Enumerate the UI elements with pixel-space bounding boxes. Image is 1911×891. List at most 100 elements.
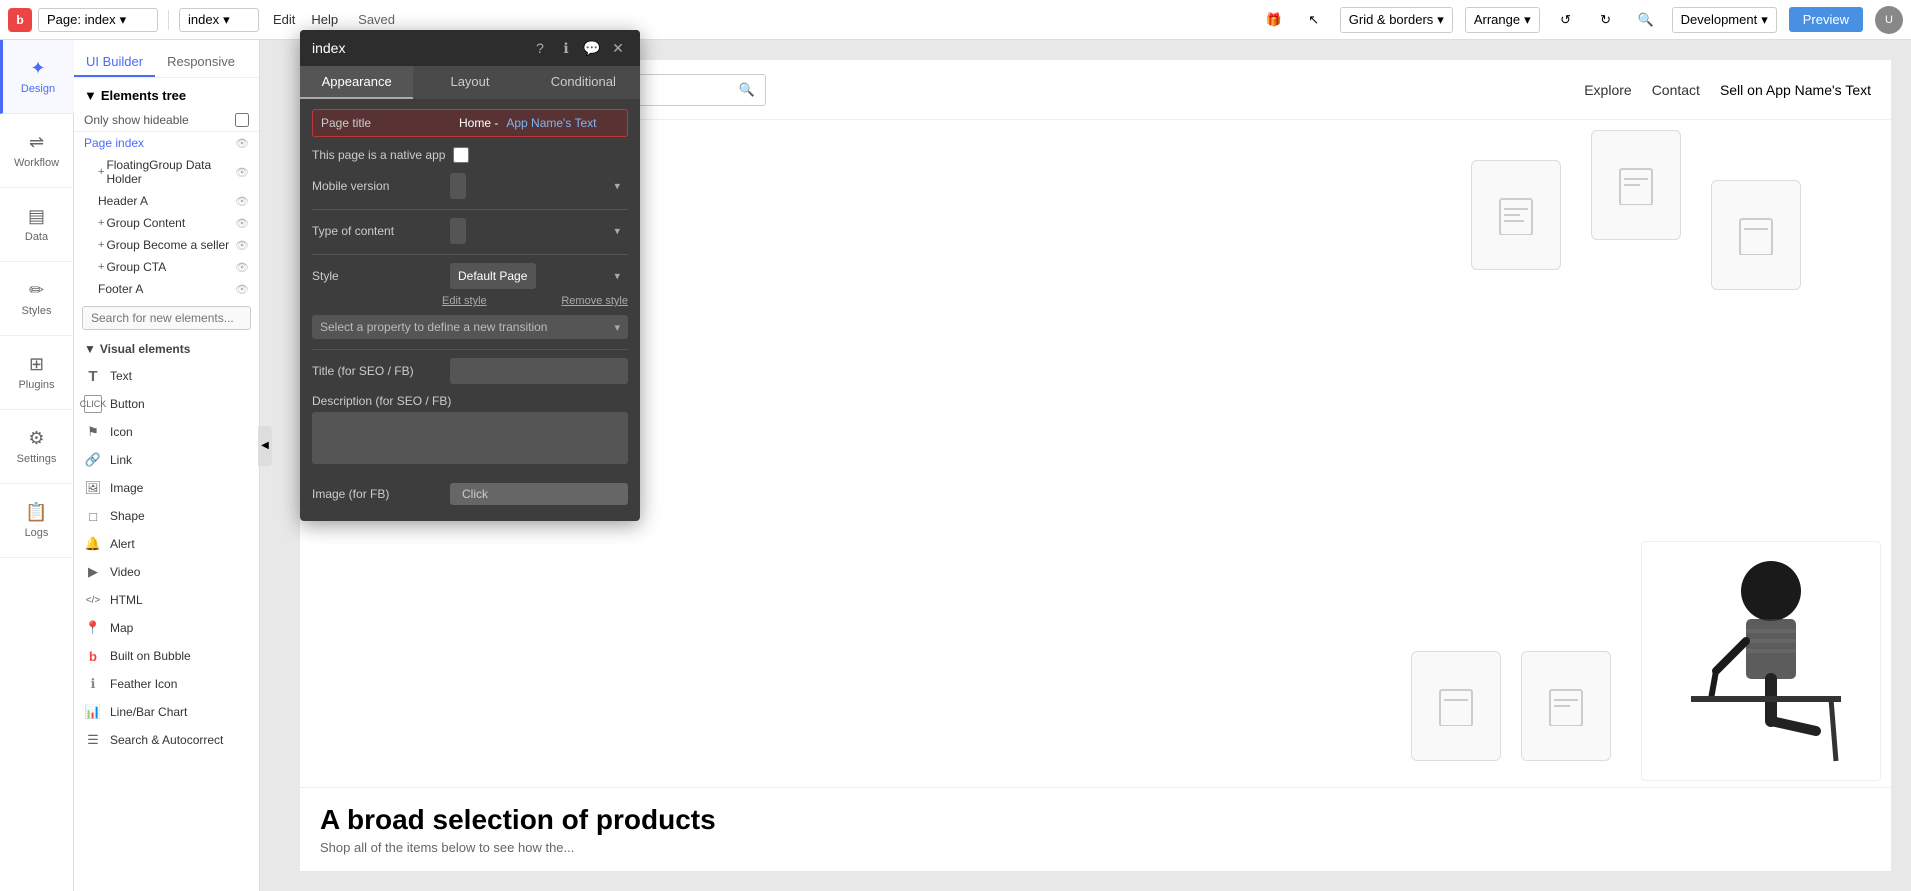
sidebar-main: ✦ Design ⇌ Workflow ▤ Data ✏ Styles ⊞ Pl… [0, 40, 259, 891]
native-app-label: This page is a native app [312, 148, 445, 162]
panel-body: Page title Home - App Name's Text This p… [300, 99, 640, 521]
type-content-select[interactable] [450, 218, 466, 244]
tree-item-group-become-seller[interactable]: + Group Become a seller 👁 [74, 234, 259, 256]
search-btn[interactable]: 🔍 [1632, 6, 1660, 34]
group-cta-label: Group CTA [106, 260, 166, 274]
seo-desc-textarea[interactable] [312, 412, 628, 464]
nav-contact[interactable]: Contact [1652, 82, 1700, 98]
group-content-label: Group Content [106, 216, 185, 230]
group-become-seller-label: Group Become a seller [106, 238, 229, 252]
sidebar-tab-styles[interactable]: ✏ Styles [0, 262, 74, 336]
type-content-row: Type of content [312, 218, 628, 244]
nav-cta[interactable]: Sell on App Name's Text [1720, 82, 1871, 98]
chevron-down-icon-5: ▾ [1761, 12, 1768, 28]
transition-select[interactable]: Select a property to define a new transi… [312, 315, 628, 339]
panel-tab-conditional[interactable]: Conditional [527, 66, 640, 99]
feather-icon-icon: ℹ [84, 675, 102, 693]
seo-title-input[interactable] [450, 358, 628, 384]
close-icon[interactable]: ✕ [608, 38, 628, 58]
arrange-btn[interactable]: Arrange ▾ [1465, 7, 1540, 33]
element-search-autocorrect[interactable]: ☰ Search & Autocorrect [74, 726, 259, 754]
only-show-hideable-checkbox[interactable] [235, 113, 249, 127]
mobile-version-select[interactable] [450, 173, 466, 199]
remove-style-link[interactable]: Remove style [561, 295, 628, 307]
element-button[interactable]: CLICK Button [74, 390, 259, 418]
sidebar-tab-design[interactable]: ✦ Design [0, 40, 74, 114]
tree-item-header-a[interactable]: Header A 👁 [74, 190, 259, 212]
grid-borders-btn[interactable]: Grid & borders ▾ [1340, 7, 1453, 33]
transition-row: Select a property to define a new transi… [312, 315, 628, 339]
style-select[interactable]: Default Page [450, 263, 536, 289]
element-icon-label: Icon [110, 425, 133, 439]
responsive-tab[interactable]: Responsive [155, 48, 247, 77]
help-menu[interactable]: Help [311, 12, 338, 27]
user-avatar[interactable]: U [1875, 6, 1903, 34]
element-icon[interactable]: ⚑ Icon [74, 418, 259, 446]
broad-section: A broad selection of products Shop all o… [300, 787, 1891, 871]
tree-item-footer-a[interactable]: Footer A 👁 [74, 278, 259, 300]
tree-item-floating-group[interactable]: + FloatingGroup Data Holder 👁 [74, 154, 259, 190]
sidebar-tab-data[interactable]: ▤ Data [0, 188, 74, 262]
panel-tab-appearance[interactable]: Appearance [300, 66, 413, 99]
element-map[interactable]: 📍 Map [74, 614, 259, 642]
element-link[interactable]: 🔗 Link [74, 446, 259, 474]
broad-sub: Shop all of the items below to see how t… [320, 840, 1871, 855]
redo-btn[interactable]: ↻ [1592, 6, 1620, 34]
question-icon[interactable]: ? [530, 38, 550, 58]
only-show-hideable-label: Only show hideable [84, 113, 189, 127]
element-search-input[interactable] [82, 306, 251, 330]
person-illustration [1641, 541, 1881, 781]
element-built-on-bubble[interactable]: b Built on Bubble [74, 642, 259, 670]
element-line-bar-chart[interactable]: 📊 Line/Bar Chart [74, 698, 259, 726]
element-text[interactable]: T Text [74, 362, 259, 390]
index-selector-label: index [188, 12, 219, 27]
sidebar-tab-settings[interactable]: ⚙ Settings [0, 410, 74, 484]
element-alert[interactable]: 🔔 Alert [74, 530, 259, 558]
element-image[interactable]: 🖼 Image [74, 474, 259, 502]
transition-placeholder: Select a property to define a new transi… [320, 320, 614, 334]
edit-menu[interactable]: Edit [273, 12, 295, 27]
panel-tab-layout[interactable]: Layout [413, 66, 526, 99]
preview-btn[interactable]: Preview [1789, 7, 1863, 32]
page-title-label: Page title [321, 116, 451, 130]
nav-explore[interactable]: Explore [1584, 82, 1631, 98]
fb-image-btn[interactable]: Click [450, 483, 628, 505]
sidebar-tab-logs[interactable]: 📋 Logs [0, 484, 74, 558]
ui-builder-tab[interactable]: UI Builder [74, 48, 155, 77]
tree-item-group-content[interactable]: + Group Content 👁 [74, 212, 259, 234]
edit-style-link[interactable]: Edit style [442, 295, 487, 307]
element-shape-label: Shape [110, 509, 145, 523]
sidebar-collapse-btn[interactable]: ◀ [258, 426, 272, 466]
development-label: Development [1681, 12, 1758, 27]
tree-item-group-cta[interactable]: + Group CTA 👁 [74, 256, 259, 278]
native-app-checkbox[interactable] [453, 147, 469, 163]
element-html-label: HTML [110, 593, 143, 607]
topbar: b Page: index ▾ index ▾ Edit Help Saved … [0, 0, 1911, 40]
gift-icon-btn[interactable]: 🎁 [1260, 6, 1288, 34]
chevron-down-icon-2: ▾ [223, 12, 230, 28]
cursor-icon-btn[interactable]: ↖ [1300, 6, 1328, 34]
element-html[interactable]: </> HTML [74, 586, 259, 614]
sidebar-tab-data-label: Data [25, 231, 48, 243]
element-line-bar-chart-label: Line/Bar Chart [110, 705, 187, 719]
sidebar-tab-plugins[interactable]: ⊞ Plugins [0, 336, 74, 410]
element-video[interactable]: ▶ Video [74, 558, 259, 586]
undo-btn[interactable]: ↺ [1552, 6, 1580, 34]
element-shape[interactable]: □ Shape [74, 502, 259, 530]
visual-elements-header[interactable]: ▼ Visual elements [74, 336, 259, 362]
sidebar-tab-workflow[interactable]: ⇌ Workflow [0, 114, 74, 188]
page-title-dynamic[interactable]: App Name's Text [506, 116, 596, 130]
sidebar-tab-styles-label: Styles [22, 305, 52, 317]
chat-icon[interactable]: 💬 [582, 38, 602, 58]
info-icon[interactable]: ℹ [556, 38, 576, 58]
element-feather-icon[interactable]: ℹ Feather Icon [74, 670, 259, 698]
search-autocorrect-icon: ☰ [84, 731, 102, 749]
index-selector[interactable]: index ▾ [179, 8, 259, 32]
divider-1 [168, 10, 169, 30]
divider-2 [312, 254, 628, 255]
page-selector[interactable]: Page: index ▾ [38, 8, 158, 32]
development-btn[interactable]: Development ▾ [1672, 7, 1777, 33]
tree-item-page-index[interactable]: Page index 👁 [74, 132, 259, 154]
grid-borders-label: Grid & borders [1349, 12, 1434, 27]
link-icon: 🔗 [84, 451, 102, 469]
